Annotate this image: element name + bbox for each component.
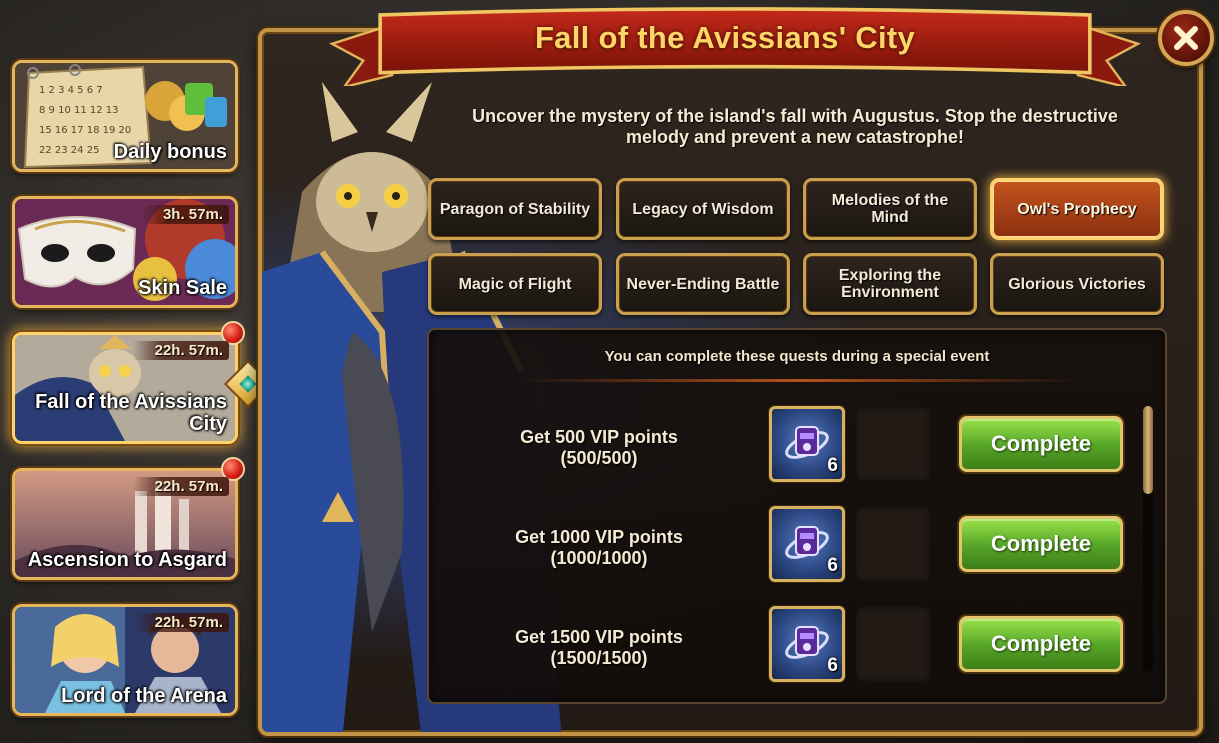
quest-row: Get 500 VIP points (500/500) 6 Complete — [429, 405, 1144, 485]
tab-magic-of-flight[interactable]: Magic of Flight — [428, 253, 602, 315]
card-timer: 22h. 57m. — [132, 477, 229, 496]
card-timer: 3h. 57m. — [140, 205, 229, 224]
quest-progress: (500/500) — [560, 448, 638, 468]
complete-button[interactable]: Complete — [959, 616, 1123, 672]
tab-exploring-the-environment[interactable]: Exploring the Environment — [803, 253, 977, 315]
event-card-ascension-asgard[interactable]: 22h. 57m. Ascension to Asgard — [12, 457, 245, 580]
card-timer: 22h. 57m. — [132, 341, 229, 360]
quest-row: Get 1000 VIP points (1000/1000) 6 Comple… — [429, 505, 1144, 585]
card-title: Fall of the Avissians City — [35, 391, 227, 435]
svg-text:15 16 17 18 19 20: 15 16 17 18 19 20 — [39, 125, 131, 136]
card-title: Daily bonus — [113, 141, 227, 163]
quest-name: Get 1000 VIP points — [515, 527, 683, 547]
card-timer: 22h. 57m. — [132, 613, 229, 632]
quest-progress: (1000/1000) — [550, 548, 648, 568]
event-card-lord-of-arena[interactable]: 22h. 57m. Lord of the Arena — [12, 604, 238, 716]
empty-reward-slot — [855, 506, 931, 582]
quest-scrollbar-thumb[interactable] — [1143, 406, 1153, 494]
close-button[interactable] — [1158, 10, 1214, 66]
quest-description: Get 500 VIP points (500/500) — [479, 427, 719, 469]
reward-item[interactable]: 6 — [769, 606, 845, 682]
tab-never-ending-battle[interactable]: Never-Ending Battle — [616, 253, 790, 315]
close-icon — [1174, 26, 1198, 50]
quest-description: Get 1500 VIP points (1500/1500) — [479, 627, 719, 669]
quest-list-panel: You can complete these quests during a s… — [427, 328, 1167, 704]
tab-melodies-of-the-mind[interactable]: Melodies of the Mind — [803, 178, 977, 240]
tab-owls-prophecy[interactable]: Owl's Prophecy — [990, 178, 1164, 240]
event-card-fall-of-avissians[interactable]: 22h. 57m. Fall of the Avissians City — [12, 321, 273, 444]
event-title: Fall of the Avissians' City — [534, 20, 916, 55]
svg-text:1 2 3 4 5 6 7: 1 2 3 4 5 6 7 — [39, 85, 103, 96]
event-description: Uncover the mystery of the island's fall… — [472, 106, 1118, 147]
quest-list-header: You can complete these quests during a s… — [604, 348, 990, 365]
empty-reward-slot — [855, 606, 931, 682]
quest-name: Get 500 VIP points — [520, 427, 678, 447]
event-card-daily-bonus[interactable]: 1 2 3 4 5 6 7 8 9 10 11 12 13 15 16 17 1… — [12, 60, 238, 172]
quest-progress: (1500/1500) — [550, 648, 648, 668]
card-title: Ascension to Asgard — [27, 549, 227, 571]
event-card-skin-sale[interactable]: 3h. 57m. Skin Sale — [12, 196, 238, 308]
reward-count: 6 — [827, 655, 838, 676]
tab-legacy-of-wisdom[interactable]: Legacy of Wisdom — [616, 178, 790, 240]
empty-reward-slot — [855, 406, 931, 482]
complete-button[interactable]: Complete — [959, 516, 1123, 572]
complete-button[interactable]: Complete — [959, 416, 1123, 472]
tab-glorious-victories[interactable]: Glorious Victories — [990, 253, 1164, 315]
card-title: Lord of the Arena — [61, 685, 227, 707]
header-divider — [519, 379, 1079, 382]
quest-description: Get 1000 VIP points (1000/1000) — [479, 527, 719, 569]
card-title: Skin Sale — [138, 277, 227, 299]
quest-category-tabs: Paragon of Stability Legacy of Wisdom Me… — [428, 178, 1166, 316]
reward-count: 6 — [827, 455, 838, 476]
quest-name: Get 1500 VIP points — [515, 627, 683, 647]
reward-item[interactable]: 6 — [769, 506, 845, 582]
reward-count: 6 — [827, 555, 838, 576]
svg-text:8 9 10 11 12 13: 8 9 10 11 12 13 — [39, 105, 119, 116]
quest-row: Get 1500 VIP points (1500/1500) 6 Comple… — [429, 605, 1144, 685]
reward-item[interactable]: 6 — [769, 406, 845, 482]
tab-paragon-of-stability[interactable]: Paragon of Stability — [428, 178, 602, 240]
svg-text:22 23 24 25: 22 23 24 25 — [39, 145, 99, 156]
